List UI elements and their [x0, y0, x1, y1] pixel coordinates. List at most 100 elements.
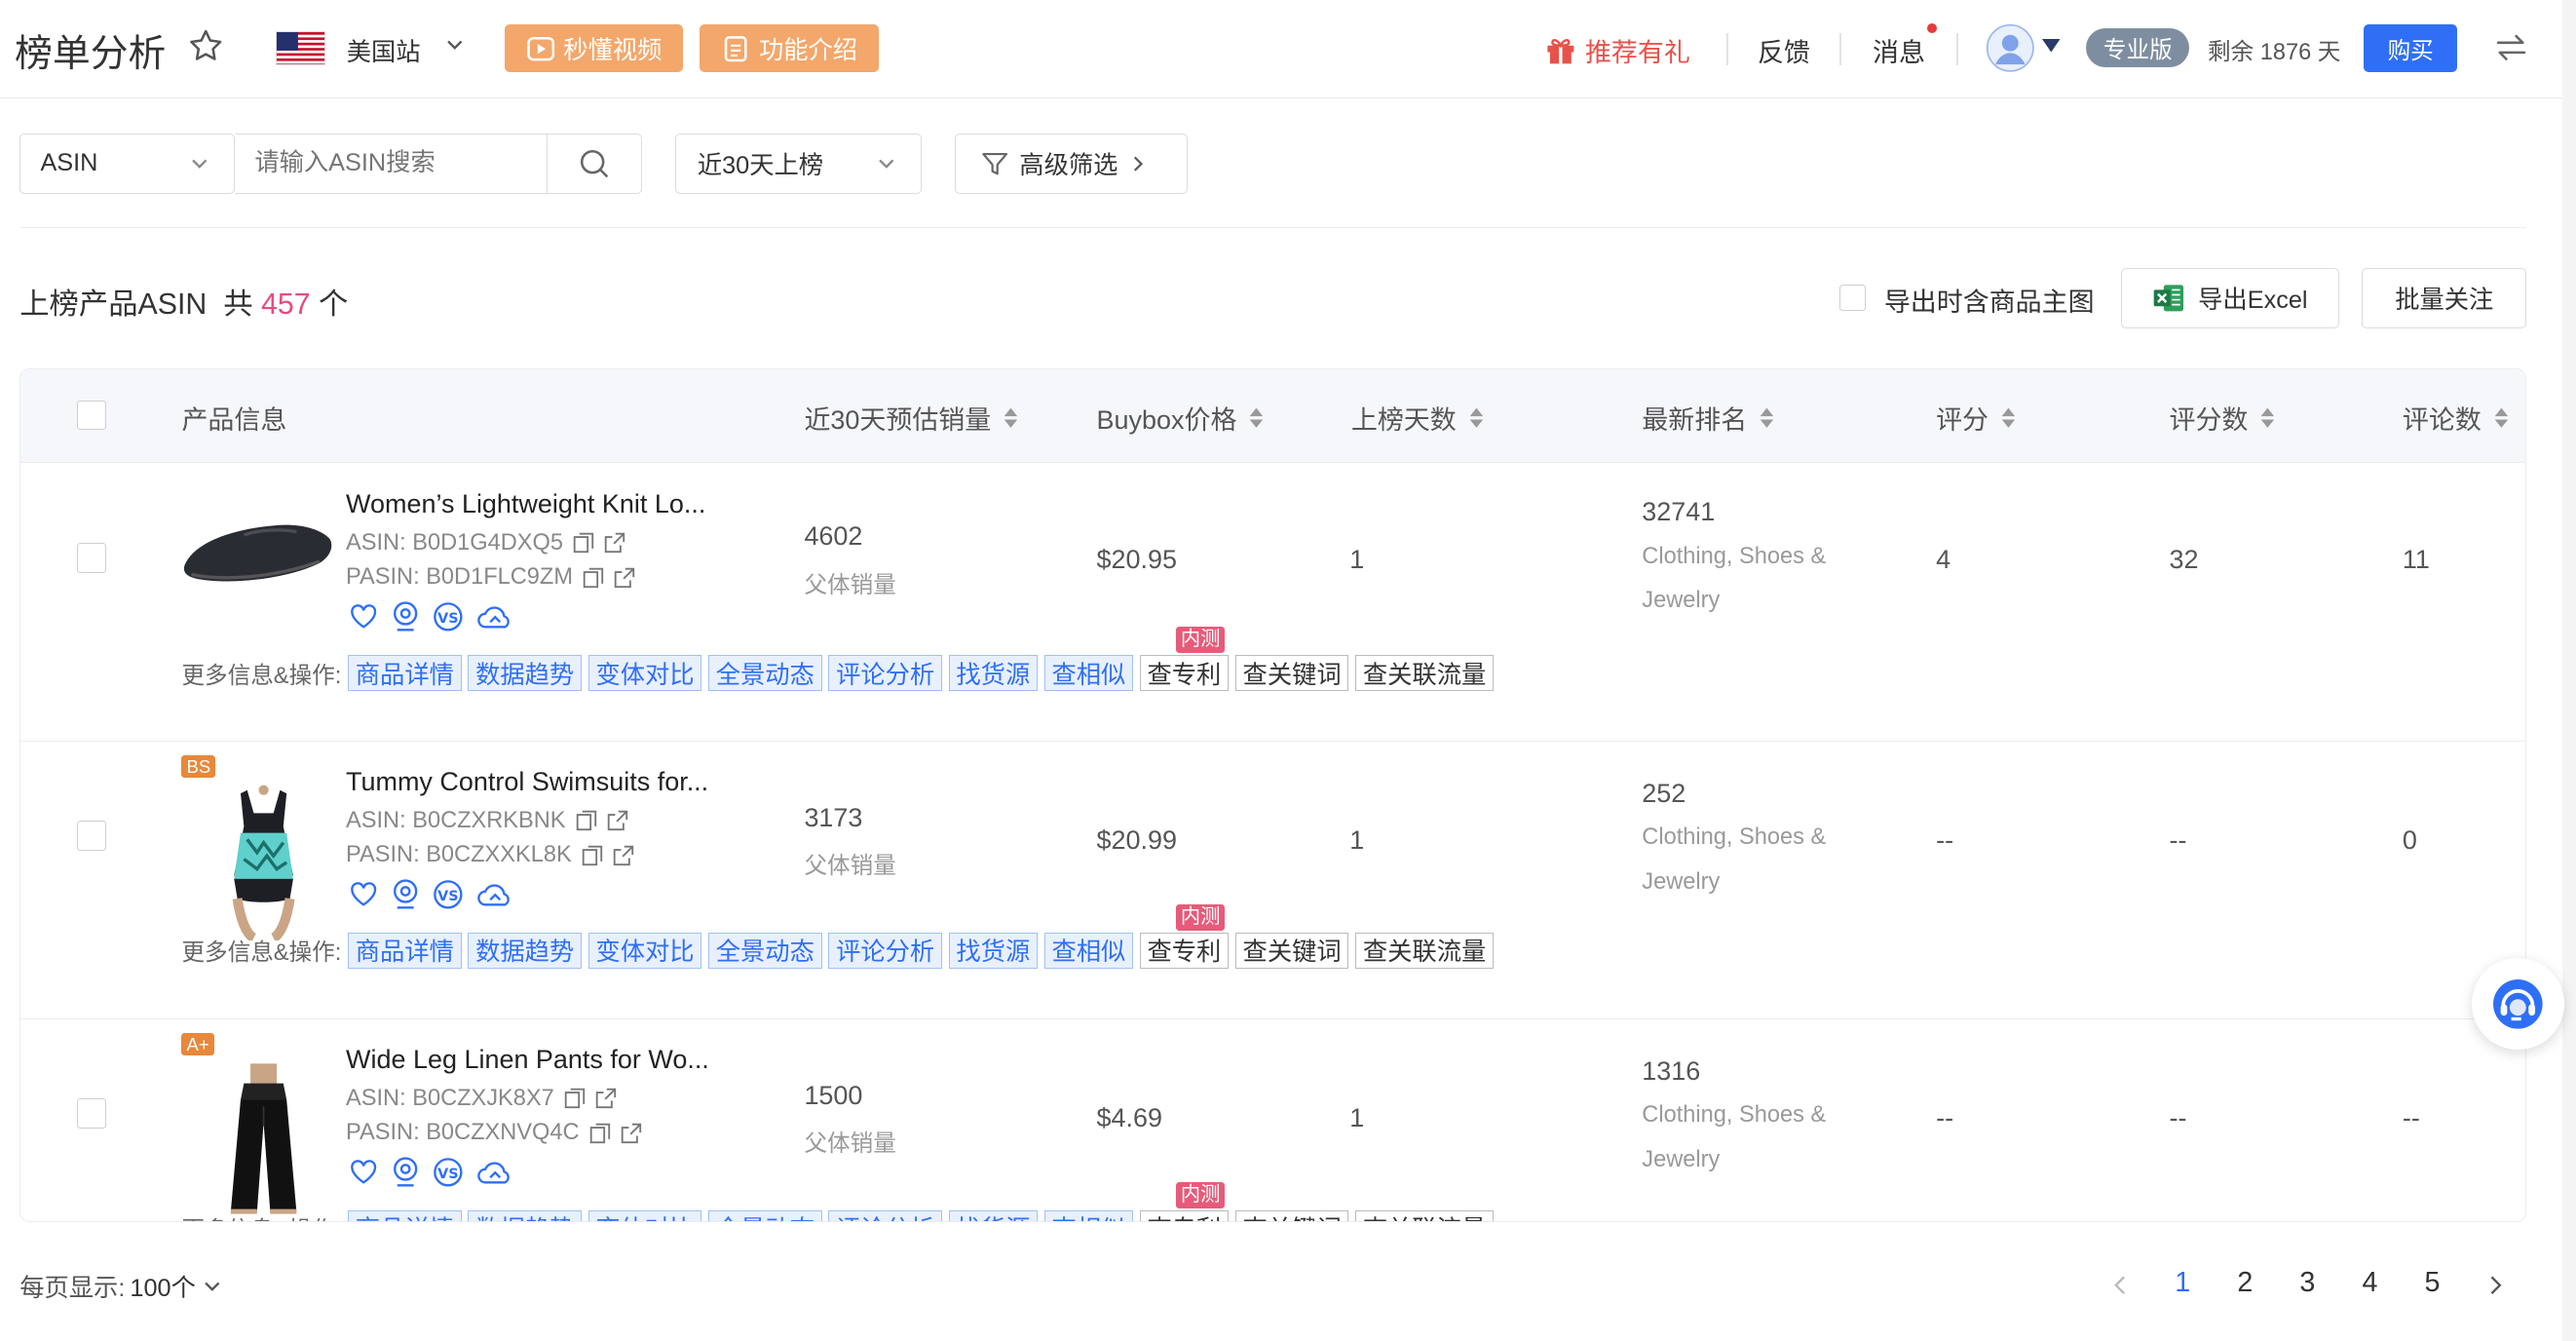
rank-category-cont[interactable]: Jewelry: [1642, 579, 1826, 624]
page-2[interactable]: 2: [2237, 1267, 2253, 1299]
heart-icon[interactable]: [349, 880, 378, 909]
action-tag[interactable]: 商品详情: [348, 932, 462, 970]
sort-icon[interactable]: [2493, 406, 2510, 430]
page-4[interactable]: 4: [2362, 1267, 2377, 1299]
action-tag[interactable]: 找货源: [948, 932, 1038, 970]
action-tag[interactable]: 商品详情: [348, 1209, 462, 1222]
external-link-icon[interactable]: [604, 532, 625, 554]
cloud-icon[interactable]: [475, 602, 514, 632]
action-tag[interactable]: 数据趋势: [468, 1209, 582, 1222]
action-tag[interactable]: 全景动态: [708, 655, 822, 692]
scrollbar[interactable]: [2562, 0, 2576, 1341]
action-tag[interactable]: 评论分析: [828, 932, 942, 970]
switch-icon[interactable]: [2493, 31, 2529, 64]
external-link-icon[interactable]: [607, 810, 628, 831]
product-name[interactable]: Tummy Control Swimsuits for...: [346, 767, 708, 797]
action-tag[interactable]: 查专利: [1139, 1209, 1230, 1222]
copy-icon[interactable]: [564, 1088, 586, 1109]
type-select[interactable]: ASIN: [19, 133, 236, 194]
advanced-filter-button[interactable]: 高级筛选: [954, 133, 1188, 194]
action-tag[interactable]: 查相似: [1043, 1209, 1134, 1222]
next-page-icon[interactable]: [2483, 1274, 2507, 1297]
vs-compare-icon[interactable]: VS: [432, 1156, 465, 1189]
avatar-icon[interactable]: [1986, 23, 2035, 73]
sort-icon[interactable]: [2000, 406, 2017, 430]
action-tag[interactable]: 全景动态: [708, 1209, 822, 1222]
caret-down-icon[interactable]: [2041, 39, 2061, 54]
buy-button[interactable]: 购买: [2364, 24, 2458, 73]
action-tag[interactable]: 查相似: [1043, 932, 1134, 970]
search-button[interactable]: [547, 133, 643, 194]
action-tag[interactable]: 查关联流量: [1355, 932, 1495, 970]
select-all-checkbox[interactable]: [76, 400, 106, 431]
product-image[interactable]: [214, 784, 313, 948]
batch-follow-button[interactable]: 批量关注: [2362, 267, 2527, 329]
action-tag[interactable]: 找货源: [948, 655, 1038, 692]
monitor-icon[interactable]: [391, 878, 420, 911]
column-sales-30d[interactable]: 近30天预估销量: [804, 399, 1018, 437]
rank-category[interactable]: Clothing, Shoes &: [1642, 1093, 1826, 1138]
column-rating[interactable]: 评分: [1936, 399, 2017, 437]
chevron-down-icon[interactable]: [443, 33, 467, 57]
copy-icon[interactable]: [573, 532, 594, 554]
sort-icon[interactable]: [1468, 406, 1485, 430]
row-checkbox[interactable]: [76, 543, 106, 573]
prev-page-icon[interactable]: [2109, 1274, 2133, 1297]
action-tag[interactable]: 查关键词: [1234, 655, 1349, 692]
action-tag[interactable]: 变体对比: [587, 1209, 702, 1222]
rank-category[interactable]: Clothing, Shoes &: [1642, 535, 1826, 580]
copy-icon[interactable]: [589, 1123, 611, 1144]
action-tag[interactable]: 查专利: [1139, 932, 1230, 970]
column-buybox-price[interactable]: Buybox价格: [1097, 399, 1266, 437]
external-link-icon[interactable]: [595, 1088, 617, 1109]
sort-icon[interactable]: [1248, 406, 1265, 430]
action-tag[interactable]: 查关联流量: [1355, 655, 1495, 692]
intro-button[interactable]: 功能介绍: [700, 24, 879, 73]
page-1[interactable]: 1: [2175, 1267, 2190, 1299]
asin-search-input[interactable]: [235, 133, 549, 194]
heart-icon[interactable]: [349, 1158, 378, 1187]
rank-category-cont[interactable]: Jewelry: [1642, 1138, 1826, 1183]
action-tag[interactable]: 变体对比: [587, 655, 702, 692]
copy-icon[interactable]: [582, 845, 603, 866]
product-name[interactable]: Women’s Lightweight Knit Lo...: [346, 489, 705, 519]
action-tag[interactable]: 查关键词: [1234, 1209, 1349, 1222]
column-latest-rank[interactable]: 最新排名: [1642, 399, 1775, 437]
action-tag[interactable]: 数据趋势: [468, 932, 582, 970]
heart-icon[interactable]: [349, 602, 378, 632]
action-tag[interactable]: 查专利: [1139, 655, 1230, 692]
video-button[interactable]: 秒懂视频: [504, 24, 684, 73]
external-link-icon[interactable]: [621, 1123, 642, 1144]
sort-icon[interactable]: [2259, 406, 2276, 430]
action-tag[interactable]: 数据趋势: [468, 655, 582, 692]
action-tag[interactable]: 变体对比: [587, 932, 702, 970]
export-image-checkbox[interactable]: [1839, 284, 1867, 311]
external-link-icon[interactable]: [614, 567, 635, 589]
sort-icon[interactable]: [1003, 406, 1019, 430]
action-tag[interactable]: 查关联流量: [1355, 1209, 1495, 1222]
row-checkbox[interactable]: [76, 821, 106, 851]
page-5[interactable]: 5: [2425, 1267, 2441, 1299]
customer-service-button[interactable]: [2472, 957, 2564, 1051]
vs-compare-icon[interactable]: VS: [432, 600, 465, 633]
page-3[interactable]: 3: [2299, 1267, 2315, 1299]
per-page-select[interactable]: 每页显示: 100个: [19, 1269, 223, 1304]
export-excel-button[interactable]: 导出Excel: [2120, 267, 2339, 329]
column-review-count[interactable]: 评论数: [2403, 399, 2510, 437]
station-select[interactable]: 美国站: [347, 33, 421, 68]
period-select[interactable]: 近30天上榜: [674, 133, 922, 194]
gift-link[interactable]: 推荐有礼: [1544, 31, 1690, 69]
copy-icon[interactable]: [576, 810, 597, 831]
rank-category[interactable]: Clothing, Shoes &: [1642, 816, 1826, 861]
action-tag[interactable]: 查关键词: [1234, 932, 1349, 970]
sort-icon[interactable]: [1759, 406, 1775, 430]
column-rating-count[interactable]: 评分数: [2170, 399, 2277, 437]
favorite-star-icon[interactable]: [186, 26, 225, 65]
action-tag[interactable]: 查相似: [1043, 655, 1134, 692]
rank-category-cont[interactable]: Jewelry: [1642, 861, 1826, 905]
external-link-icon[interactable]: [613, 845, 634, 866]
action-tag[interactable]: 找货源: [948, 1209, 1038, 1222]
cloud-icon[interactable]: [475, 1158, 514, 1187]
product-image[interactable]: [214, 1060, 313, 1221]
message-link[interactable]: 消息: [1873, 31, 1925, 69]
